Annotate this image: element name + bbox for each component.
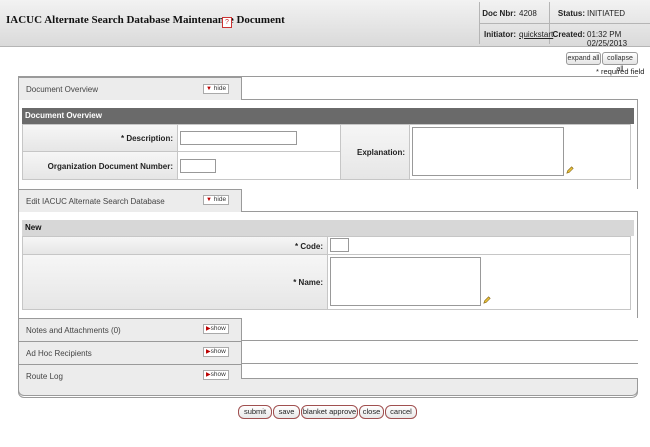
description-label: * Description: (22, 124, 178, 152)
explanation-label: Explanation: (340, 124, 410, 180)
tab-label: Notes and Attachments (0) (26, 326, 121, 335)
save-button[interactable]: save (273, 405, 300, 419)
toggle-label: hide (213, 196, 227, 203)
status-label: Status: (557, 9, 585, 18)
tab-route-log[interactable]: Route Log (18, 364, 638, 396)
blanket-approve-button[interactable]: blanket approve (301, 405, 358, 419)
tab-edge (241, 189, 638, 212)
tab-edit-database[interactable]: Edit IACUC Alternate Search Database (18, 189, 638, 212)
section-header: Document Overview (22, 108, 634, 124)
close-button[interactable]: close (359, 405, 384, 419)
code-label: * Code: (22, 236, 328, 255)
toggle-label: hide (213, 85, 227, 92)
edit-database-hide-button[interactable]: ▼ hide (203, 195, 230, 205)
doc-nbr-value: 4208 (519, 9, 537, 18)
code-input[interactable] (330, 238, 349, 252)
document-overview-hide-button[interactable]: ▼ hide (203, 84, 230, 94)
header-divider (479, 23, 650, 24)
initiator-link[interactable]: quickstart (519, 30, 553, 39)
help-icon[interactable]: ? (222, 17, 232, 28)
status-value: INITIATED (587, 9, 626, 18)
tab-adhoc-recipients[interactable]: Ad Hoc Recipients (18, 341, 638, 364)
expand-all-button[interactable]: expand all (566, 52, 601, 65)
required-field-note: * required field (596, 67, 645, 76)
triangle-down-icon: ▼ (206, 86, 212, 92)
doc-nbr-label: Doc Nbr: (482, 9, 516, 18)
name-textarea[interactable] (330, 257, 481, 306)
section-header: New (22, 220, 634, 236)
description-input[interactable] (180, 131, 297, 145)
tab-label: Ad Hoc Recipients (26, 349, 92, 358)
triangle-down-icon: ▼ (206, 197, 212, 203)
tab-edge (241, 364, 638, 379)
created-value: 01:32 PM 02/25/2013 (587, 30, 628, 48)
collapse-all-button[interactable]: collapse all (602, 52, 638, 73)
tab-notes-attachments[interactable]: Notes and Attachments (0) (18, 318, 638, 341)
adhoc-show-button[interactable]: ▶show (203, 347, 229, 357)
name-label: * Name: (22, 254, 328, 310)
initiator-label: Initiator: (484, 30, 516, 39)
org-doc-number-label: Organization Document Number: (22, 151, 178, 180)
code-cell (327, 236, 631, 255)
tab-document-overview[interactable]: Document Overview (18, 77, 638, 100)
expand-textarea-icon[interactable] (483, 296, 491, 304)
cancel-button[interactable]: cancel (385, 405, 417, 419)
expand-textarea-icon[interactable] (566, 166, 574, 174)
tab-edge (241, 341, 638, 364)
route-log-show-button[interactable]: ▶show (203, 370, 229, 380)
toggle-label: show (210, 371, 226, 378)
notes-show-button[interactable]: ▶show (203, 324, 229, 334)
toggle-label: show (210, 348, 226, 355)
explanation-textarea[interactable] (412, 127, 564, 176)
tab-label: Document Overview (26, 85, 99, 94)
page-title: IACUC Alternate Search Database Maintena… (6, 14, 285, 26)
toggle-label: show (210, 325, 226, 332)
tab-edge (241, 77, 638, 100)
tab-label: Edit IACUC Alternate Search Database (26, 197, 165, 206)
tab-edge (241, 318, 638, 341)
tab-label: Route Log (26, 372, 63, 381)
created-label: Created: (552, 30, 585, 39)
org-doc-number-input[interactable] (180, 159, 216, 173)
submit-button[interactable]: submit (238, 405, 272, 419)
